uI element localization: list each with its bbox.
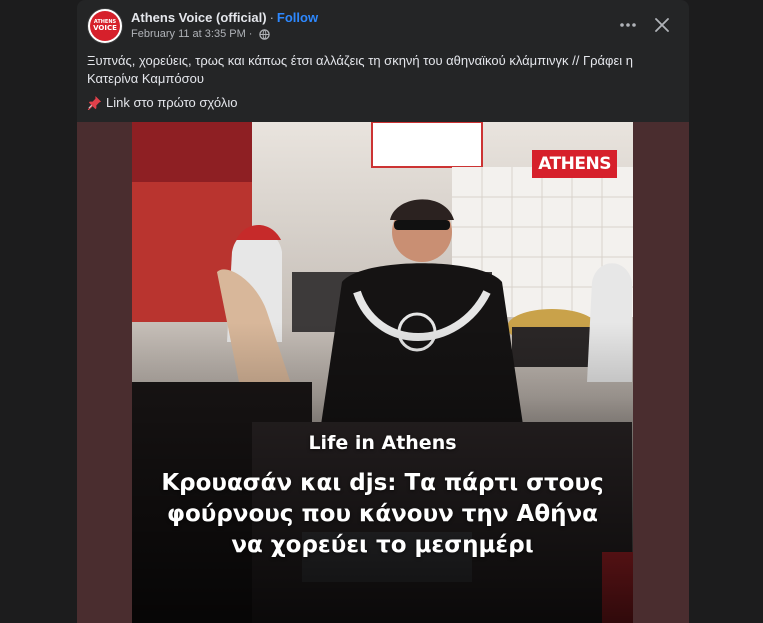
avatar-logo-line2: VOICE bbox=[93, 24, 117, 32]
post-meta: February 11 at 3:35 PM · bbox=[131, 28, 271, 40]
caption-headline: Κρουασάν και djs: Τα πάρτι στους φούρνου… bbox=[132, 468, 633, 561]
post-media[interactable]: ATHENS Life in Athens Κρουασάν και djs: … bbox=[77, 122, 689, 623]
link-note: Link στο πρώτο σχόλιο bbox=[87, 95, 238, 110]
athens-voice-logo: ATHENS bbox=[532, 150, 617, 178]
page-name-link[interactable]: Athens Voice (official) bbox=[131, 10, 267, 25]
more-options-button[interactable] bbox=[613, 10, 643, 40]
separator-dot: · bbox=[269, 10, 274, 25]
caption-kicker: Life in Athens bbox=[308, 432, 457, 454]
avatar-logo: ATHENS VOICE bbox=[90, 11, 120, 41]
follow-button[interactable]: Follow bbox=[277, 10, 318, 25]
headline-line: να χορεύει το μεσημέρι bbox=[231, 532, 534, 558]
post-text: Ξυπνάς, χορεύεις, τρως και κάπως έτσι αλ… bbox=[87, 53, 633, 86]
pushpin-icon bbox=[87, 95, 102, 110]
headline-line: φούρνους που κάνουν την Αθήνα bbox=[167, 501, 598, 527]
more-icon bbox=[620, 23, 636, 27]
meta-separator-dot: · bbox=[248, 28, 253, 40]
name-line: Athens Voice (official) · Follow bbox=[131, 10, 318, 25]
post-card: ATHENS VOICE Athens Voice (official) · Fol… bbox=[77, 0, 689, 623]
globe-icon[interactable] bbox=[259, 28, 271, 40]
photo-caption: Life in Athens Κρουασάν και djs: Τα πάρτ… bbox=[132, 432, 633, 561]
page-avatar[interactable]: ATHENS VOICE bbox=[87, 8, 123, 44]
close-button[interactable] bbox=[647, 10, 677, 40]
headline-line: Κρουασάν και djs: Τα πάρτι στους bbox=[161, 470, 604, 496]
timestamp-link[interactable]: February 11 at 3:35 PM bbox=[131, 28, 246, 40]
post-photo[interactable]: ATHENS Life in Athens Κρουασάν και djs: … bbox=[132, 122, 633, 623]
post-header: ATHENS VOICE Athens Voice (official) · Fol… bbox=[77, 0, 689, 50]
link-note-text: Link στο πρώτο σχόλιο bbox=[106, 95, 238, 110]
close-icon bbox=[655, 18, 669, 32]
